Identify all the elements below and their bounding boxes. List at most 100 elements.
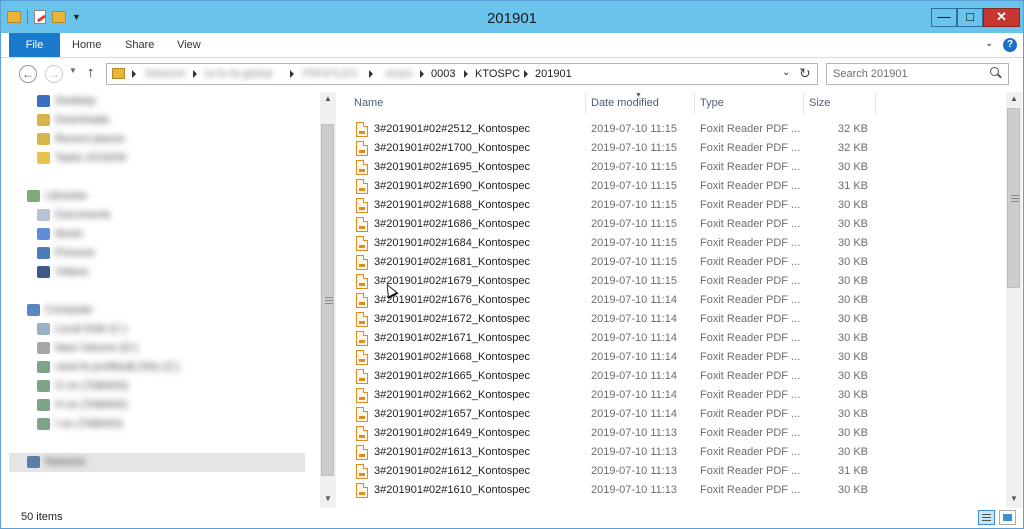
table-row[interactable]: 3#201901#02#2512_Kontospec 2019-07-10 11:… xyxy=(354,120,876,139)
scroll-thumb[interactable] xyxy=(321,124,334,476)
table-row[interactable]: 3#201901#02#1671_Kontospec 2019-07-10 11:… xyxy=(354,329,876,348)
breadcrumb-separator-icon[interactable] xyxy=(464,70,468,78)
up-button[interactable]: ↑ xyxy=(87,64,95,81)
help-icon[interactable]: ? xyxy=(1003,38,1017,52)
breadcrumb-separator-icon[interactable] xyxy=(420,70,424,78)
breadcrumb-0003[interactable]: 0003 xyxy=(431,68,455,80)
breadcrumb-ktospc[interactable]: KTOSPC xyxy=(475,68,520,80)
file-date: 2019-07-10 11:15 xyxy=(591,256,678,268)
breadcrumb-separator-icon[interactable] xyxy=(193,70,197,78)
expand-ribbon-icon[interactable]: ⌄ xyxy=(985,38,993,49)
table-row[interactable]: 3#201901#02#1695_Kontospec 2019-07-10 11:… xyxy=(354,158,876,177)
nav-item-computer[interactable]: Computer xyxy=(9,301,305,320)
nav-item-recent-places[interactable]: Recent places xyxy=(9,130,305,149)
nav-item-libraries[interactable]: Libraries xyxy=(9,187,305,206)
table-row[interactable]: 3#201901#02#1662_Kontospec 2019-07-10 11:… xyxy=(354,386,876,405)
close-button[interactable]: ✕ xyxy=(983,8,1020,27)
back-button[interactable]: ← xyxy=(19,65,37,83)
file-type: Foxit Reader PDF ... xyxy=(700,465,801,477)
breadcrumb-separator-icon[interactable] xyxy=(132,70,136,78)
nav-item-label: Music xyxy=(55,228,84,240)
file-list-scrollbar[interactable]: ▲ ▼ xyxy=(1006,92,1022,508)
scroll-thumb[interactable] xyxy=(1007,108,1020,288)
table-row[interactable]: 3#201901#02#1688_Kontospec 2019-07-10 11:… xyxy=(354,196,876,215)
file-list: Name Date modified ▼ Type Size 3#201901#… xyxy=(338,92,1006,508)
table-row[interactable]: 3#201901#02#1668_Kontospec 2019-07-10 11:… xyxy=(354,348,876,367)
large-icons-view-button[interactable] xyxy=(999,510,1016,525)
breadcrumb-separator-icon[interactable] xyxy=(369,70,373,78)
nav-item-local-disk[interactable]: Local Disk (C:) xyxy=(9,320,305,339)
table-row[interactable]: 3#201901#02#1681_Kontospec 2019-07-10 11:… xyxy=(354,253,876,272)
table-row[interactable]: 3#201901#02#1612_Kontospec 2019-07-10 11:… xyxy=(354,462,876,481)
nav-item-network-drive-h[interactable]: H on (TAB400) xyxy=(9,396,305,415)
network-icon xyxy=(27,456,40,468)
scroll-down-icon[interactable]: ▼ xyxy=(320,492,336,506)
scroll-up-icon[interactable]: ▲ xyxy=(1006,92,1022,106)
nav-item-music[interactable]: Music xyxy=(9,225,305,244)
column-header-size[interactable]: Size xyxy=(804,92,876,114)
file-name: 3#201901#02#1695_Kontospec xyxy=(374,161,530,173)
recent-locations-icon[interactable]: ▼ xyxy=(69,66,77,75)
nav-item-label: rand-fs-profiles$ (\\fs) (Z:) xyxy=(55,361,180,373)
tab-view[interactable]: View xyxy=(177,33,201,57)
tab-file[interactable]: File xyxy=(9,33,60,57)
table-row[interactable]: 3#201901#02#1665_Kontospec 2019-07-10 11:… xyxy=(354,367,876,386)
nav-item-videos[interactable]: Videos xyxy=(9,263,305,282)
refresh-icon[interactable]: ↻ xyxy=(799,65,811,82)
nav-pane-scrollbar[interactable]: ▲ ▼ xyxy=(320,92,336,508)
table-row[interactable]: 3#201901#02#1613_Kontospec 2019-07-10 11:… xyxy=(354,443,876,462)
column-header-name[interactable]: Name xyxy=(349,92,586,114)
table-row[interactable]: 3#201901#02#1686_Kontospec 2019-07-10 11:… xyxy=(354,215,876,234)
tab-home[interactable]: Home xyxy=(72,33,101,57)
nav-item-downloads[interactable]: Downloads xyxy=(9,111,305,130)
table-row[interactable]: 3#201901#02#1690_Kontospec 2019-07-10 11:… xyxy=(354,177,876,196)
title-bar[interactable]: ▼ 201901 — □ ✕ xyxy=(1,1,1023,33)
table-row[interactable]: 3#201901#02#1676_Kontospec 2019-07-10 11:… xyxy=(354,291,876,310)
breadcrumb-hidden[interactable]: share xyxy=(385,68,413,80)
breadcrumb-hidden[interactable]: Network xyxy=(145,68,185,80)
breadcrumb-separator-icon[interactable] xyxy=(524,70,528,78)
minimize-button[interactable]: — xyxy=(931,8,957,27)
table-row[interactable]: 3#201901#02#1679_Kontospec 2019-07-10 11:… xyxy=(354,272,876,291)
scroll-up-icon[interactable]: ▲ xyxy=(320,92,336,106)
item-count: 50 items xyxy=(21,511,63,523)
search-input[interactable] xyxy=(833,66,983,82)
breadcrumb-separator-icon[interactable] xyxy=(290,70,294,78)
address-bar[interactable]: Network ta-fs-fa-global PROFILES share 0… xyxy=(106,63,818,85)
pdf-file-icon xyxy=(356,274,368,289)
pictures-icon xyxy=(37,247,50,259)
column-header-type[interactable]: Type xyxy=(695,92,804,114)
table-row[interactable]: 3#201901#02#1610_Kontospec 2019-07-10 11:… xyxy=(354,481,876,500)
table-row[interactable]: 3#201901#02#1649_Kontospec 2019-07-10 11:… xyxy=(354,424,876,443)
nav-item-network[interactable]: Network xyxy=(9,453,305,472)
address-history-dropdown-icon[interactable]: ⌄ xyxy=(782,67,790,78)
table-row[interactable]: 3#201901#02#1700_Kontospec 2019-07-10 11:… xyxy=(354,139,876,158)
nav-item-label: H on (TAB400) xyxy=(55,399,128,411)
pdf-file-icon xyxy=(356,141,368,156)
table-row[interactable]: 3#201901#02#1684_Kontospec 2019-07-10 11:… xyxy=(354,234,876,253)
search-box[interactable] xyxy=(826,63,1009,85)
tab-share[interactable]: Share xyxy=(125,33,154,57)
file-type: Foxit Reader PDF ... xyxy=(700,446,801,458)
breadcrumb-hidden[interactable]: ta-fs-fa-global xyxy=(205,68,272,80)
breadcrumb-201901[interactable]: 201901 xyxy=(535,68,572,80)
details-view-button[interactable] xyxy=(978,510,995,525)
nav-item-desktop[interactable]: Desktop xyxy=(9,92,305,111)
file-size: 31 KB xyxy=(838,180,868,192)
nav-item-pictures[interactable]: Pictures xyxy=(9,244,305,263)
search-icon[interactable] xyxy=(990,67,999,76)
file-size: 30 KB xyxy=(838,237,868,249)
nav-item-tasks[interactable]: Tasks 2016/09 xyxy=(9,149,305,168)
scroll-down-icon[interactable]: ▼ xyxy=(1006,492,1022,506)
forward-button[interactable]: → xyxy=(45,65,63,83)
pdf-file-icon xyxy=(356,369,368,384)
nav-item-network-drive-i[interactable]: I on (TAB400) xyxy=(9,415,305,434)
table-row[interactable]: 3#201901#02#1672_Kontospec 2019-07-10 11:… xyxy=(354,310,876,329)
nav-item-new-volume[interactable]: New Volume (D:) xyxy=(9,339,305,358)
nav-item-documents[interactable]: Documents xyxy=(9,206,305,225)
breadcrumb-hidden[interactable]: PROFILES xyxy=(303,68,357,80)
maximize-button[interactable]: □ xyxy=(957,8,983,27)
nav-item-network-drive-z[interactable]: rand-fs-profiles$ (\\fs) (Z:) xyxy=(9,358,305,377)
nav-item-network-drive-g[interactable]: G on (TAB400) xyxy=(9,377,305,396)
table-row[interactable]: 3#201901#02#1657_Kontospec 2019-07-10 11:… xyxy=(354,405,876,424)
